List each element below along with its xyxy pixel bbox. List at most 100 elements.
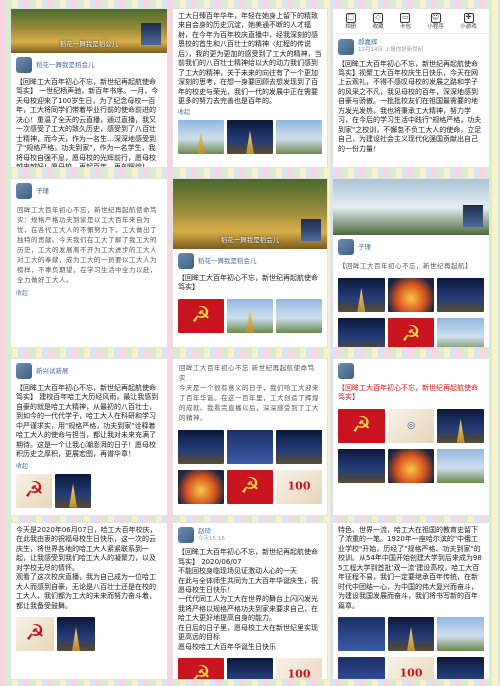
tower-icon [246, 130, 254, 155]
avatar[interactable] [178, 253, 194, 269]
photo-night[interactable] [55, 473, 91, 508]
post-text: 【回眸工大百年初心不忘，新世纪再起航使命笃实】 2020/06/07 不能回校身… [178, 548, 318, 651]
photo-school-emblem[interactable]: ◎ [387, 408, 435, 443]
post-header: 子瑾 [11, 179, 167, 201]
tower-icon [246, 308, 254, 333]
collapse-link[interactable]: 收起 [11, 463, 167, 471]
post-text: 【回眸工大百年初心不忘，新世纪再起航使命笃实】 [178, 274, 318, 292]
tower-icon [197, 130, 205, 155]
avatar[interactable] [178, 527, 194, 544]
photo-campus-2[interactable] [276, 298, 322, 333]
photo-party-flag[interactable]: ☭ [227, 470, 273, 505]
photo-campus[interactable] [437, 318, 485, 347]
photo-night-2[interactable] [437, 656, 485, 679]
sticker-icon: ☺ [430, 13, 441, 23]
photo-broadcast[interactable] [338, 616, 385, 651]
post-panel-6: 子瑾 【回眸工大百年初心不忘，新世纪再起航】 ☭ [332, 178, 490, 348]
post-header: 子瑾 [333, 235, 489, 257]
photo-party-flag[interactable]: ☭ [338, 408, 385, 443]
username[interactable]: 稻花一舞我是稻会儿 [198, 257, 257, 266]
username[interactable]: 赵琦 [198, 527, 225, 536]
post-panel-9: 【回眸工大百年初心不忘，新世纪再起航使命笃实】 ☭ ◎ [332, 358, 490, 516]
photo-night[interactable] [437, 408, 485, 443]
post-banner-image: 稻花一舞我是稻会儿 [173, 179, 327, 249]
post-text: 【回眸工大百年初心不忘，新世纪再起航使命笃实】 一世纪杨声驰，新百年书序。一月，… [16, 78, 159, 168]
post-text: 工大日臻百年华年，年轻在她身上留下的精致来自会身的历史沉淀，她美通不断的人才辐射… [178, 12, 322, 105]
photo-campus[interactable] [437, 448, 485, 483]
photo-centennial-logo[interactable]: 100 [276, 658, 322, 679]
photo-party-flag[interactable]: ☭ [387, 318, 435, 348]
photo-night[interactable] [227, 120, 273, 155]
photo-night-2[interactable] [338, 448, 385, 483]
photo-night-2[interactable] [276, 430, 322, 465]
photo-party-flag[interactable]: ☭ [178, 298, 224, 333]
tower-icon [72, 626, 80, 651]
hammer-sickle-icon: ☭ [25, 620, 45, 646]
post-meta: 12月14日 上报你好新世纪 [358, 47, 424, 54]
cube-icon: ◇ [373, 13, 384, 23]
photo-building[interactable] [276, 120, 322, 155]
photo-night[interactable] [227, 658, 273, 679]
username[interactable]: 子瑾 [358, 243, 371, 252]
photo-night-3[interactable] [338, 318, 385, 347]
favorites-shortcut[interactable]: ◇ 收藏 [373, 13, 384, 31]
post-panel-1: 稻花一舞我是稻公儿 稻花一舞我是稻会儿 【回眸工大百年初心不忘，新世纪再起航使命… [10, 8, 168, 168]
post-meta: 今天15:16 [198, 535, 225, 542]
username[interactable]: 新兴试新展 [36, 367, 69, 376]
post-header: 新兴试新展 [11, 359, 167, 381]
photo-campus[interactable] [178, 120, 224, 155]
post-header: 赵琦 今天15:16 [173, 523, 327, 545]
photo-broadcast[interactable] [227, 430, 273, 465]
shortcut-label: 相册 [345, 24, 357, 30]
avatar[interactable] [16, 363, 32, 379]
photo-grid [333, 446, 489, 486]
tower-icon [407, 626, 415, 651]
photo-night-2[interactable] [437, 278, 485, 313]
hammer-sickle-icon: ☭ [191, 662, 211, 680]
post-panel-7: 新兴试新展 【回眸工大百年初心不忘，新世纪再起航使命笃实】 建校百年哈工大历经风… [10, 358, 168, 516]
avatar[interactable] [338, 239, 354, 255]
tower-icon [357, 288, 366, 313]
photo-fireworks[interactable] [387, 278, 435, 313]
photo-night[interactable] [57, 616, 95, 651]
photo-grid: ☭ 100 [173, 655, 327, 680]
photo-night[interactable] [338, 278, 385, 313]
username[interactable]: 郝嘉辉 [358, 38, 423, 47]
photo-fireworks[interactable] [387, 448, 435, 483]
photo-fireworks[interactable] [178, 470, 224, 505]
avatar[interactable] [338, 38, 354, 55]
photo-party-emblem[interactable]: ☭ [16, 473, 52, 508]
album-shortcut[interactable]: ▢ 相册 [345, 13, 356, 31]
banner-caption: 稻花一舞我是稻公儿 [59, 40, 119, 49]
photo-centennial-logo[interactable]: 100 [387, 656, 435, 680]
wallet-shortcut[interactable]: ▭ 卡包 [400, 13, 411, 31]
username[interactable]: 子瑾 [36, 187, 49, 196]
centennial-logo-icon: 100 [399, 666, 423, 680]
photo-night[interactable] [387, 616, 435, 651]
photo-party-flag[interactable]: ☭ [178, 658, 224, 680]
photo-centennial-logo[interactable]: 100 [276, 470, 322, 505]
username[interactable]: 稻花一舞我是稻会儿 [36, 61, 95, 70]
photo-night[interactable] [178, 430, 224, 465]
handwritten-text: 【回眸工大百年初心不忘，新世纪再起航】 [339, 262, 472, 270]
handwritten-text: 回眸工大百年初心不忘，新世纪再起航使命笃实：规格严格功夫到家是以工大百年来自为忧… [17, 206, 157, 285]
photo-campus[interactable] [437, 616, 485, 651]
post-banner-image: 稻花一舞我是稻公儿 [11, 9, 167, 53]
avatar[interactable] [16, 57, 32, 73]
avatar[interactable] [16, 183, 32, 199]
post-text: 今天是2020年06月07日，哈工大百年校庆，在此我由衷的祝福母校生日快乐，这一… [16, 526, 157, 610]
photo-grid: ☭ [11, 614, 167, 654]
handwritten-text: 回眸工大百年初心不忘 新世纪再起航使命笃实 今天是一个很有意义的日子，我们哈工大… [179, 364, 319, 423]
photo-grid [173, 427, 327, 467]
minigame-shortcut[interactable]: ✚ 小游戏 [460, 13, 477, 31]
avatar[interactable] [338, 363, 354, 379]
photo-party-emblem[interactable]: ☭ [16, 616, 54, 651]
collapse-link[interactable]: 收起 [11, 290, 167, 298]
wallet-icon: ▭ [400, 13, 411, 23]
collapse-link[interactable]: 收起 [173, 109, 327, 117]
photo-campus[interactable] [227, 298, 273, 333]
miniprogram-shortcut[interactable]: ☺ 小程序 [427, 13, 444, 31]
photo-broadcast-2[interactable] [338, 656, 385, 679]
hammer-sickle-icon: ☭ [351, 412, 372, 438]
hammer-sickle-icon: ☭ [401, 322, 421, 348]
